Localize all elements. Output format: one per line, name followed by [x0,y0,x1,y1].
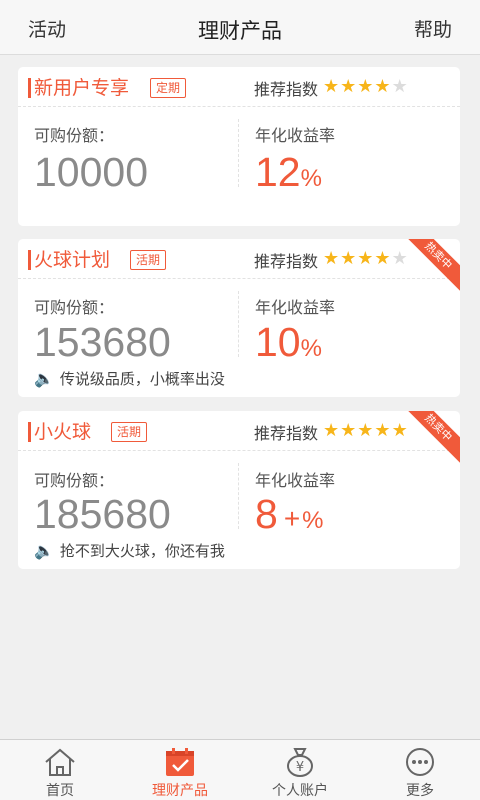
product-card-header: 火球计划 活期 推荐指数 ★★★★★ [18,239,460,279]
amount-label: 可购份额： [34,126,115,145]
money-bag-icon: ¥ [287,748,313,777]
rating-stars: ★★★★★ [323,248,409,269]
speaker-icon: 🔈 [34,541,54,560]
star-filled-icon: ★ [340,420,358,441]
rate-plus: + [283,503,301,534]
star-filled-icon: ★ [340,76,358,97]
tab-account[interactable]: ¥ 个人账户 [240,740,360,800]
tab-label: 个人账户 [272,783,328,799]
product-name: 火球计划 [34,249,111,271]
tab-products[interactable]: 理财产品 [120,740,240,800]
star-filled-icon: ★ [323,248,341,269]
product-name: 小火球 [34,421,92,443]
column-divider [238,463,239,529]
help-button[interactable]: 帮助 [414,15,452,42]
rate-unit: % [300,335,322,362]
column-divider [238,291,239,357]
recommend-label: 推荐指数 [254,424,319,443]
star-filled-icon: ★ [323,420,341,441]
page-title: 理财产品 [198,19,282,43]
rating-stars: ★★★★★ [323,76,409,97]
star-filled-icon: ★ [357,248,375,269]
product-note: 🔈 传说级品质，小概率出没 [34,368,225,389]
product-note-text: 抢不到大火球，你还有我 [59,542,225,560]
tab-more[interactable]: 更多 [360,740,480,800]
annual-rate: 12% [255,149,322,196]
amount-label: 可购份额： [34,471,115,490]
accent-bar [28,250,31,270]
rate-label: 年化收益率 [255,298,336,317]
tab-label: 首页 [46,783,74,799]
accent-bar [28,422,31,442]
annual-rate: 10% [255,319,322,366]
product-note: 🔈 抢不到大火球，你还有我 [34,540,225,561]
home-icon [45,748,75,776]
rate-label: 年化收益率 [255,126,336,145]
star-empty-icon: ★ [391,248,409,269]
svg-text:¥: ¥ [296,760,304,775]
star-filled-icon: ★ [357,420,375,441]
accent-bar [28,78,31,98]
rate-value: 8 [255,491,278,537]
rate-value: 10 [255,319,301,365]
rate-label: 年化收益率 [255,471,336,490]
product-type-tag: 定期 [150,78,187,98]
product-type-tag: 活期 [111,422,148,442]
tab-home[interactable]: 首页 [0,740,120,800]
product-card-new-user[interactable]: 新用户专享 定期 推荐指数 ★★★★★ 可购份额： 10000 年化收益率 12… [18,67,460,226]
rate-unit: % [300,165,322,192]
amount-label: 可购份额： [34,298,115,317]
rate-unit: % [302,507,324,534]
annual-rate: 8 +% [255,491,324,538]
product-name: 新用户专享 [34,77,130,99]
star-filled-icon: ★ [391,420,409,441]
product-card-small-fireball[interactable]: 小火球 活期 推荐指数 ★★★★★ 热卖中 可购份额： 185680 年化收益率… [18,411,460,569]
tab-label: 更多 [406,783,434,799]
activity-button[interactable]: 活动 [28,15,66,42]
star-filled-icon: ★ [323,76,341,97]
more-dots-icon [406,748,434,776]
recommend-label: 推荐指数 [254,252,319,271]
star-filled-icon: ★ [374,420,392,441]
product-card-header: 小火球 活期 推荐指数 ★★★★★ [18,411,460,451]
speaker-icon: 🔈 [34,369,54,388]
star-filled-icon: ★ [340,248,358,269]
available-amount: 10000 [34,149,149,195]
star-filled-icon: ★ [374,76,392,97]
product-type-tag: 活期 [130,250,167,270]
available-amount: 185680 [34,491,171,537]
star-filled-icon: ★ [357,76,375,97]
recommend-label: 推荐指数 [254,80,319,99]
rate-value: 12 [255,149,301,195]
tab-label: 理财产品 [152,783,208,799]
product-card-header: 新用户专享 定期 推荐指数 ★★★★★ [18,67,460,107]
product-note-text: 传说级品质，小概率出没 [59,370,225,388]
calendar-check-icon [166,748,194,776]
available-amount: 153680 [34,319,171,365]
star-empty-icon: ★ [391,76,409,97]
top-nav-bar: 活动 理财产品 帮助 [0,0,480,55]
star-filled-icon: ★ [374,248,392,269]
product-card-fireball-plan[interactable]: 火球计划 活期 推荐指数 ★★★★★ 热卖中 可购份额： 153680 年化收益… [18,239,460,397]
bottom-tab-bar: 首页 理财产品 ¥ 个人账户 更多 [0,739,480,800]
rating-stars: ★★★★★ [323,420,409,441]
column-divider [238,119,239,187]
